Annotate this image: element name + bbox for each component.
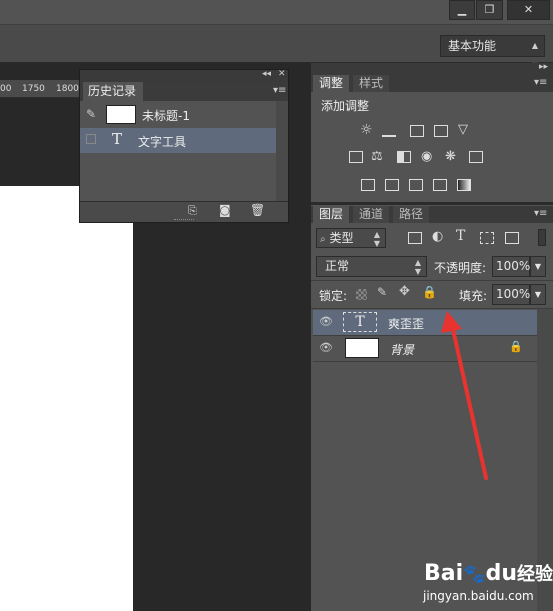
watermark-suffix: 经验 [517, 564, 553, 585]
watermark-brand: Bai [424, 561, 464, 586]
watermark-url: jingyan.baidu.com [423, 589, 534, 603]
watermark-brand2: du [485, 561, 517, 586]
watermark-logo: Bai🐾du经验 [424, 560, 553, 586]
paw-icon: 🐾 [463, 564, 486, 585]
annotation-arrow [441, 311, 488, 480]
